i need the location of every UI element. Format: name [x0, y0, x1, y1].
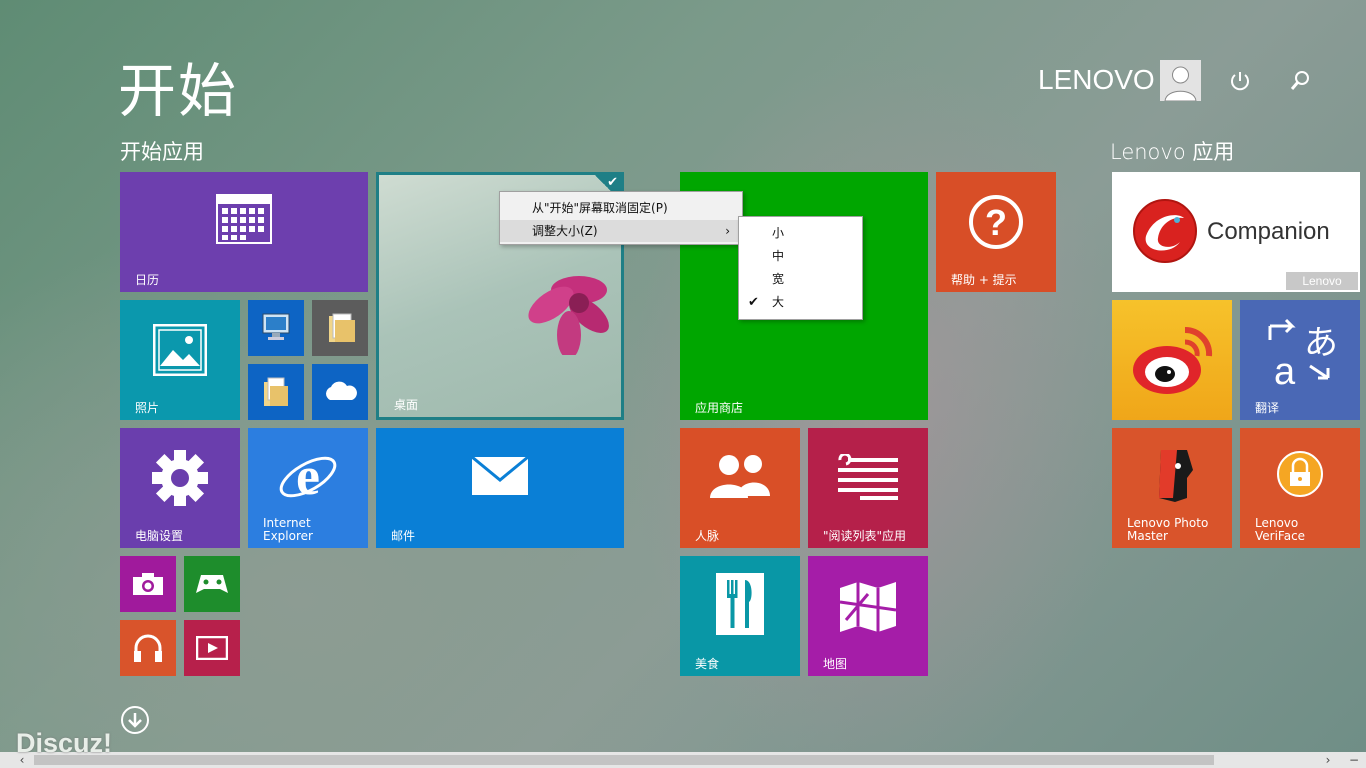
headphones-icon	[120, 633, 176, 663]
tile-label: 翻译	[1255, 401, 1280, 415]
tile-onedrive[interactable]	[312, 364, 368, 420]
tile-label: 邮件	[391, 529, 416, 543]
tile-label: 人脉	[695, 529, 720, 543]
submenu-arrow-icon: ›	[725, 224, 730, 238]
tile-weibo[interactable]	[1112, 300, 1232, 420]
group-label-lenovo-apps[interactable]: Lenovo 应用	[1110, 136, 1234, 166]
video-icon	[184, 636, 240, 660]
all-apps-down-arrow-icon[interactable]	[121, 706, 149, 734]
fork-knife-icon	[680, 572, 800, 636]
tile-camera[interactable]	[120, 556, 176, 612]
tile-label: Lenovo Photo Master	[1127, 516, 1209, 543]
svg-text:?: ?	[985, 202, 1007, 243]
tile-games[interactable]	[184, 556, 240, 612]
tile-label: 帮助 + 提示	[951, 273, 1017, 287]
resize-option-wide[interactable]: 宽	[739, 268, 862, 291]
tile-label: 桌面	[394, 398, 419, 412]
weibo-icon	[1112, 322, 1232, 398]
tile-maps[interactable]: 地图	[808, 556, 928, 676]
library-folder-icon	[248, 376, 304, 408]
tile-translator[interactable]: あa 翻译	[1240, 300, 1360, 420]
photo-master-icon	[1112, 448, 1232, 504]
resize-option-large-label: 大	[772, 295, 785, 309]
camera-icon	[120, 572, 176, 596]
search-icon[interactable]	[1282, 63, 1318, 99]
resize-option-large[interactable]: ✔ 大	[739, 291, 862, 314]
calendar-icon	[120, 194, 368, 244]
tile-documents[interactable]	[312, 300, 368, 356]
tile-photos[interactable]: 照片	[120, 300, 240, 420]
tile-people[interactable]: 人脉	[680, 428, 800, 548]
horizontal-scrollbar[interactable]: ‹ › −	[0, 752, 1366, 768]
tile-label: "阅读列表"应用	[823, 529, 907, 543]
tile-reading-list[interactable]: "阅读列表"应用	[808, 428, 928, 548]
user-name[interactable]: LENOVO	[1038, 64, 1155, 96]
veriface-lock-icon	[1240, 450, 1360, 498]
cloud-icon	[312, 380, 368, 402]
tile-video[interactable]	[184, 620, 240, 676]
computer-icon	[248, 312, 304, 342]
watermark: Discuz!	[16, 728, 113, 758]
menu-item-resize[interactable]: 调整大小(Z) ›	[500, 220, 742, 242]
group-label-start-apps[interactable]: 开始应用	[120, 136, 204, 166]
tile-label: 照片	[135, 401, 160, 415]
map-icon	[808, 580, 928, 634]
context-menu: 从"开始"屏幕取消固定(P) 调整大小(Z) ›	[499, 191, 743, 245]
tile-help-tips[interactable]: ? 帮助 + 提示	[936, 172, 1056, 292]
tile-food[interactable]: 美食	[680, 556, 800, 676]
reading-list-icon	[808, 454, 928, 500]
check-icon: ✔	[607, 175, 618, 190]
resize-submenu: 小 中 宽 ✔ 大	[738, 216, 863, 320]
menu-item-resize-label: 调整大小(Z)	[532, 224, 598, 238]
tile-label: 美食	[695, 657, 720, 671]
translate-icon: あa	[1240, 318, 1360, 388]
scroll-right-arrow-icon[interactable]: ›	[1320, 752, 1336, 768]
tile-library[interactable]	[248, 364, 304, 420]
photo-icon	[120, 324, 240, 376]
power-icon[interactable]	[1222, 63, 1258, 99]
tile-label: Internet Explorer	[263, 516, 313, 543]
tile-internet-explorer[interactable]: e Internet Explorer	[248, 428, 368, 548]
lenovo-brand-badge: Lenovo	[1286, 272, 1358, 290]
page-title: 开始	[118, 57, 239, 125]
mail-icon	[376, 456, 624, 496]
tile-mail[interactable]: 邮件	[376, 428, 624, 548]
tile-calendar[interactable]: 日历	[120, 172, 368, 292]
companion-title: Companion	[1207, 218, 1330, 245]
tile-label: 日历	[135, 273, 160, 287]
checkmark-icon: ✔	[748, 295, 759, 310]
tile-label: 地图	[823, 657, 848, 671]
zoom-out-icon[interactable]: −	[1346, 752, 1362, 768]
svg-text:e: e	[296, 446, 320, 506]
tile-lenovo-photo-master[interactable]: Lenovo Photo Master	[1112, 428, 1232, 548]
tile-label: 电脑设置	[135, 529, 184, 543]
tile-label: Lenovo VeriFace	[1255, 516, 1306, 543]
menu-item-unpin[interactable]: 从"开始"屏幕取消固定(P)	[500, 197, 742, 219]
ie-icon: e	[248, 446, 368, 508]
user-avatar[interactable]	[1160, 60, 1201, 101]
help-icon: ?	[936, 194, 1056, 250]
tile-this-pc[interactable]	[248, 300, 304, 356]
companion-logo-icon	[1132, 198, 1198, 268]
tile-music[interactable]	[120, 620, 176, 676]
folder-icon	[312, 312, 368, 344]
resize-option-small[interactable]: 小	[739, 222, 862, 245]
scrollbar-thumb[interactable]	[34, 755, 1214, 765]
gear-icon	[120, 448, 240, 508]
svg-text:a: a	[1274, 351, 1296, 388]
people-icon	[680, 452, 800, 500]
gamepad-icon	[184, 573, 240, 595]
svg-text:あ: あ	[1304, 323, 1338, 363]
tile-lenovo-veriface[interactable]: Lenovo VeriFace	[1240, 428, 1360, 548]
resize-option-medium[interactable]: 中	[739, 245, 862, 268]
tile-pc-settings[interactable]: 电脑设置	[120, 428, 240, 548]
tile-companion[interactable]: Companion Lenovo	[1112, 172, 1360, 292]
tile-label: 应用商店	[695, 401, 744, 415]
